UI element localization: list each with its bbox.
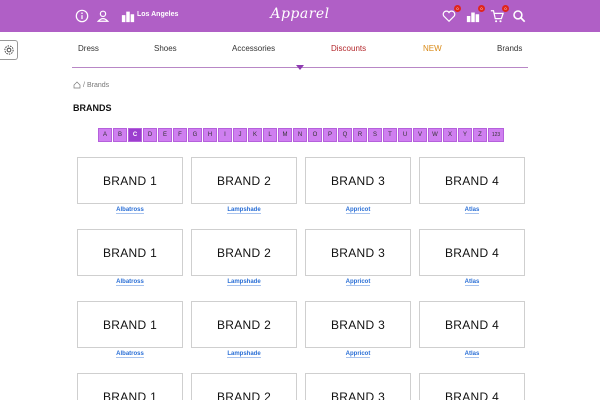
cart-icon[interactable]: 0 (490, 5, 509, 23)
nav-item-brands[interactable]: Brands (497, 44, 522, 53)
nav-item-dress[interactable]: Dress (78, 44, 99, 53)
brand-card[interactable]: BRAND 3 (305, 157, 411, 204)
brand-link[interactable]: Albatross (77, 207, 183, 214)
letter-button-x[interactable]: X (443, 128, 457, 142)
brand-card[interactable]: BRAND 2 (191, 229, 297, 276)
letter-button-i[interactable]: I (218, 128, 232, 142)
brand-card[interactable]: BRAND 1 (77, 229, 183, 276)
brand-link[interactable]: Lampshade (191, 351, 297, 358)
city-icon (121, 9, 135, 23)
brand-card[interactable]: BRAND 2 (191, 301, 297, 348)
letter-button-t[interactable]: T (383, 128, 397, 142)
brand-link-text[interactable]: Albatross (116, 351, 144, 358)
letter-button-d[interactable]: D (143, 128, 157, 142)
brand-card[interactable]: BRAND 2 (191, 157, 297, 204)
letter-button-m[interactable]: M (278, 128, 292, 142)
info-icon[interactable] (75, 9, 89, 23)
brand-card[interactable]: BRAND 2 (191, 373, 297, 400)
brand-card[interactable]: BRAND 3 (305, 301, 411, 348)
nav-item-discounts[interactable]: Discounts (331, 44, 366, 53)
letter-button-u[interactable]: U (398, 128, 412, 142)
compare-icon[interactable]: 0 (466, 5, 485, 23)
letter-button-s[interactable]: S (368, 128, 382, 142)
breadcrumb-current: Brands (86, 81, 110, 89)
letter-button-h[interactable]: H (203, 128, 217, 142)
brand-link-text[interactable]: Lampshade (227, 279, 261, 286)
letter-button-k[interactable]: K (248, 128, 262, 142)
brand-link[interactable]: Atlas (419, 207, 525, 214)
header-bar: Los Angeles Apparel 0 0 0 (0, 0, 600, 32)
brand-link[interactable]: Atlas (419, 351, 525, 358)
letter-button-w[interactable]: W (428, 128, 442, 142)
brand-link[interactable]: Albatross (77, 351, 183, 358)
city-label[interactable]: Los Angeles (137, 11, 178, 18)
brand-link[interactable]: Appricot (305, 351, 411, 358)
brand-link-text[interactable]: Lampshade (227, 351, 261, 358)
settings-button[interactable] (0, 40, 18, 60)
letter-button-c[interactable]: C (128, 128, 142, 142)
brand-link-text[interactable]: Albatross (116, 279, 144, 286)
brand-link-text[interactable]: Atlas (464, 351, 480, 358)
letter-button-e[interactable]: E (158, 128, 172, 142)
letter-button-q[interactable]: Q (338, 128, 352, 142)
brand-link-text[interactable]: Albatross (116, 207, 144, 214)
brand-link[interactable]: Appricot (305, 279, 411, 286)
nav-item-new[interactable]: NEW (423, 44, 442, 53)
nav-item-accessories[interactable]: Accessories (232, 44, 275, 53)
brand-card[interactable]: BRAND 4 (419, 301, 525, 348)
nav-item-shoes[interactable]: Shoes (154, 44, 177, 53)
brand-link[interactable]: Albatross (77, 279, 183, 286)
letter-button-g[interactable]: G (188, 128, 202, 142)
nav-active-marker (296, 65, 304, 70)
breadcrumb-separator: / (83, 81, 85, 89)
alphabet-filter: A B C D E F G H I J K L M N O P Q R S T U V W X Y Z 123 (98, 128, 504, 142)
letter-button-v[interactable]: V (413, 128, 427, 142)
brand-card[interactable]: BRAND 1 (77, 373, 183, 400)
brand-link-text[interactable]: Appricot (345, 351, 371, 358)
search-icon[interactable] (512, 9, 526, 23)
letter-button-r[interactable]: R (353, 128, 367, 142)
logo[interactable]: Apparel (270, 6, 330, 22)
wishlist-badge: 0 (454, 5, 461, 12)
brand-link[interactable]: Appricot (305, 207, 411, 214)
page-title: BRANDS (73, 103, 112, 113)
letter-button-o[interactable]: O (308, 128, 322, 142)
heart-icon[interactable]: 0 (442, 5, 461, 23)
letter-button-z[interactable]: Z (473, 128, 487, 142)
letter-button-y[interactable]: Y (458, 128, 472, 142)
brand-link-text[interactable]: Appricot (345, 207, 371, 214)
brand-link-text[interactable]: Atlas (464, 279, 480, 286)
brand-link-text[interactable]: Lampshade (227, 207, 261, 214)
breadcrumb: / Brands (73, 81, 109, 89)
brand-card[interactable]: BRAND 4 (419, 373, 525, 400)
letter-button-n[interactable]: N (293, 128, 307, 142)
brand-link[interactable]: Lampshade (191, 279, 297, 286)
cart-badge: 0 (502, 5, 509, 12)
brand-link-text[interactable]: Atlas (464, 207, 480, 214)
letter-button-l[interactable]: L (263, 128, 277, 142)
letter-button-123[interactable]: 123 (488, 128, 504, 142)
brand-card[interactable]: BRAND 3 (305, 229, 411, 276)
letter-button-p[interactable]: P (323, 128, 337, 142)
user-icon[interactable] (96, 9, 110, 23)
brand-link[interactable]: Atlas (419, 279, 525, 286)
brand-card[interactable]: BRAND 4 (419, 229, 525, 276)
brand-link-text[interactable]: Appricot (345, 279, 371, 286)
category-nav: Dress Shoes Accessories Discounts NEW Br… (72, 40, 528, 60)
letter-button-j[interactable]: J (233, 128, 247, 142)
brand-card[interactable]: BRAND 3 (305, 373, 411, 400)
home-icon[interactable] (73, 81, 81, 89)
brand-card[interactable]: BRAND 1 (77, 157, 183, 204)
brand-card[interactable]: BRAND 1 (77, 301, 183, 348)
gear-icon (3, 44, 15, 56)
letter-button-a[interactable]: A (98, 128, 112, 142)
letter-button-b[interactable]: B (113, 128, 127, 142)
brand-card[interactable]: BRAND 4 (419, 157, 525, 204)
compare-badge: 0 (478, 5, 485, 12)
brand-link[interactable]: Lampshade (191, 207, 297, 214)
letter-button-f[interactable]: F (173, 128, 187, 142)
